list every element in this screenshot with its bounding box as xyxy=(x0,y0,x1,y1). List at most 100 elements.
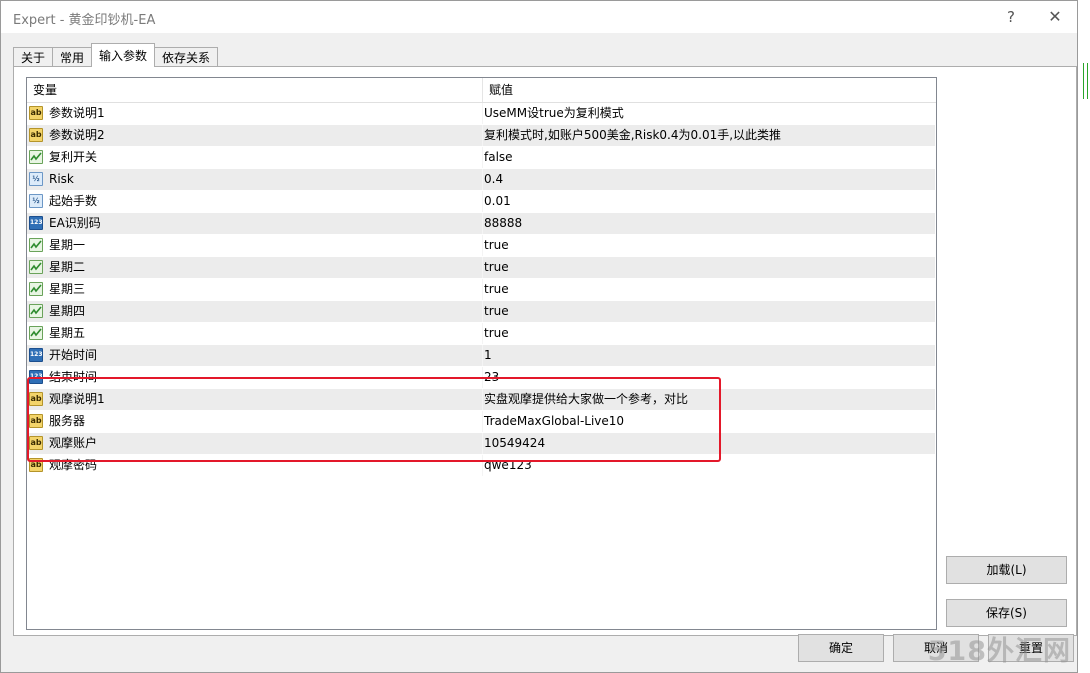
header-value[interactable]: 赋值 xyxy=(483,78,936,102)
variable-cell[interactable]: 123 开始时间 xyxy=(27,345,483,366)
variable-cell[interactable]: 星期二 xyxy=(27,257,483,278)
table-row[interactable]: ½ 起始手数 0.01 xyxy=(27,191,935,213)
variable-name: 观摩账户 xyxy=(49,436,98,450)
value-cell[interactable]: 0.4 xyxy=(483,169,935,190)
variable-cell[interactable]: 星期三 xyxy=(27,279,483,300)
table-row[interactable]: ½ Risk 0.4 xyxy=(27,169,935,191)
ab-icon: ab xyxy=(29,458,43,472)
variable-cell[interactable]: ½ Risk xyxy=(27,169,483,190)
header-variable[interactable]: 变量 xyxy=(27,78,483,102)
value-cell[interactable]: true xyxy=(483,257,935,278)
table-row[interactable]: 星期五 true xyxy=(27,323,935,345)
variable-cell[interactable]: ab 参数说明2 xyxy=(27,125,483,146)
fraction-icon: ½ xyxy=(29,194,43,208)
table-row[interactable]: 星期四 true xyxy=(27,301,935,323)
variable-name: EA识别码 xyxy=(49,216,101,230)
tab-common[interactable]: 常用 xyxy=(52,47,93,67)
bool-icon xyxy=(29,150,43,164)
value-cell[interactable]: 复利模式时,如账户500美金,Risk0.4为0.01手,以此类推 xyxy=(483,125,935,146)
value-cell[interactable]: qwe123 xyxy=(483,455,935,476)
variable-cell[interactable]: ab 观摩账户 xyxy=(27,433,483,454)
value-cell[interactable]: true xyxy=(483,235,935,256)
table-row[interactable]: 123 开始时间 1 xyxy=(27,345,935,367)
tab-inputs[interactable]: 输入参数 xyxy=(91,43,156,67)
table-row[interactable]: ab 观摩密码 qwe123 xyxy=(27,455,935,477)
ok-button[interactable]: 确定 xyxy=(798,634,884,662)
table-row[interactable]: ab 观摩账户 10549424 xyxy=(27,433,935,455)
tab-about[interactable]: 关于 xyxy=(13,47,54,67)
value-cell[interactable]: UseMM设true为复利模式 xyxy=(483,103,935,124)
value-cell[interactable]: false xyxy=(483,147,935,168)
variable-name: 星期三 xyxy=(49,282,86,296)
bool-icon xyxy=(29,304,43,318)
ab-icon: ab xyxy=(29,106,43,120)
window-title: Expert - 黄金印钞机-EA xyxy=(13,13,156,28)
variable-cell[interactable]: 123 EA识别码 xyxy=(27,213,483,234)
table-row[interactable]: 123 EA识别码 88888 xyxy=(27,213,935,235)
ab-icon: ab xyxy=(29,414,43,428)
variable-name: 起始手数 xyxy=(49,194,98,208)
value-cell[interactable]: 23 xyxy=(483,367,935,388)
table-row[interactable]: ab 参数说明2 复利模式时,如账户500美金,Risk0.4为0.01手,以此类推 xyxy=(27,125,935,147)
table-row[interactable]: ab 服务器 TradeMaxGlobal-Live10 xyxy=(27,411,935,433)
variable-name: 星期四 xyxy=(49,304,86,318)
bool-icon xyxy=(29,260,43,274)
table-row[interactable]: ab 参数说明1 UseMM设true为复利模式 xyxy=(27,103,935,125)
variable-cell[interactable]: 星期四 xyxy=(27,301,483,322)
variable-cell[interactable]: 星期一 xyxy=(27,235,483,256)
tab-panel: 变量 赋值 ab 参数说明1 UseMM设true为复利模式 ab 参数说明2 复利模式时… xyxy=(13,66,1077,636)
value-cell[interactable]: 0.01 xyxy=(483,191,935,212)
ab-icon: ab xyxy=(29,128,43,142)
integer-icon: 123 xyxy=(29,216,43,230)
value-cell[interactable]: 1 xyxy=(483,345,935,366)
value-cell[interactable]: 实盘观摩提供给大家做一个参考，对比 xyxy=(483,389,935,410)
expert-dialog: Expert - 黄金印钞机-EA ? ✕ 关于 常用 输入参数 依存关系 变量… xyxy=(0,0,1078,673)
tab-strip: 关于 常用 输入参数 依存关系 xyxy=(13,43,219,67)
table-row[interactable]: 星期一 true xyxy=(27,235,935,257)
save-button[interactable]: 保存(S) xyxy=(946,599,1067,627)
help-button[interactable]: ? xyxy=(989,1,1033,33)
variable-name: 开始时间 xyxy=(49,348,98,362)
variable-name: 复利开关 xyxy=(49,150,98,164)
variable-name: 服务器 xyxy=(49,414,86,428)
variable-name: 参数说明1 xyxy=(49,106,105,120)
load-button[interactable]: 加载(L) xyxy=(946,556,1067,584)
value-cell[interactable]: 88888 xyxy=(483,213,935,234)
variable-name: 观摩说明1 xyxy=(49,392,105,406)
variable-cell[interactable]: ½ 起始手数 xyxy=(27,191,483,212)
value-cell[interactable]: true xyxy=(483,301,935,322)
table-row[interactable]: 123 结束时间 23 xyxy=(27,367,935,389)
watermark-logo: 518外汇网 xyxy=(927,636,1071,667)
variable-name: 星期二 xyxy=(49,260,86,274)
variable-cell[interactable]: ab 服务器 xyxy=(27,411,483,432)
ab-icon: ab xyxy=(29,392,43,406)
variable-cell[interactable]: ab 观摩说明1 xyxy=(27,389,483,410)
table-header: 变量 赋值 xyxy=(27,78,936,103)
table-body: ab 参数说明1 UseMM设true为复利模式 ab 参数说明2 复利模式时,如账户50… xyxy=(27,103,936,477)
value-cell[interactable]: true xyxy=(483,279,935,300)
parameters-table[interactable]: 变量 赋值 ab 参数说明1 UseMM设true为复利模式 ab 参数说明2 复利模式时… xyxy=(26,77,937,630)
value-cell[interactable]: true xyxy=(483,323,935,344)
variable-cell[interactable]: ab 参数说明1 xyxy=(27,103,483,124)
table-row[interactable]: 复利开关 false xyxy=(27,147,935,169)
tab-dependencies[interactable]: 依存关系 xyxy=(154,47,219,67)
background-chart-edge xyxy=(1078,0,1090,673)
ab-icon: ab xyxy=(29,436,43,450)
table-row[interactable]: ab 观摩说明1 实盘观摩提供给大家做一个参考，对比 xyxy=(27,389,935,411)
variable-cell[interactable]: 复利开关 xyxy=(27,147,483,168)
table-row[interactable]: 星期三 true xyxy=(27,279,935,301)
chart-candle-icon xyxy=(1083,63,1088,99)
variable-cell[interactable]: ab 观摩密码 xyxy=(27,455,483,476)
variable-name: 星期一 xyxy=(49,238,86,252)
variable-name: Risk xyxy=(49,172,74,186)
table-row[interactable]: 星期二 true xyxy=(27,257,935,279)
title-bar: Expert - 黄金印钞机-EA ? ✕ xyxy=(1,1,1077,33)
value-cell[interactable]: TradeMaxGlobal-Live10 xyxy=(483,411,935,432)
variable-cell[interactable]: 星期五 xyxy=(27,323,483,344)
value-cell[interactable]: 10549424 xyxy=(483,433,935,454)
bool-icon xyxy=(29,282,43,296)
variable-cell[interactable]: 123 结束时间 xyxy=(27,367,483,388)
close-button[interactable]: ✕ xyxy=(1033,1,1077,33)
variable-name: 参数说明2 xyxy=(49,128,105,142)
bool-icon xyxy=(29,238,43,252)
